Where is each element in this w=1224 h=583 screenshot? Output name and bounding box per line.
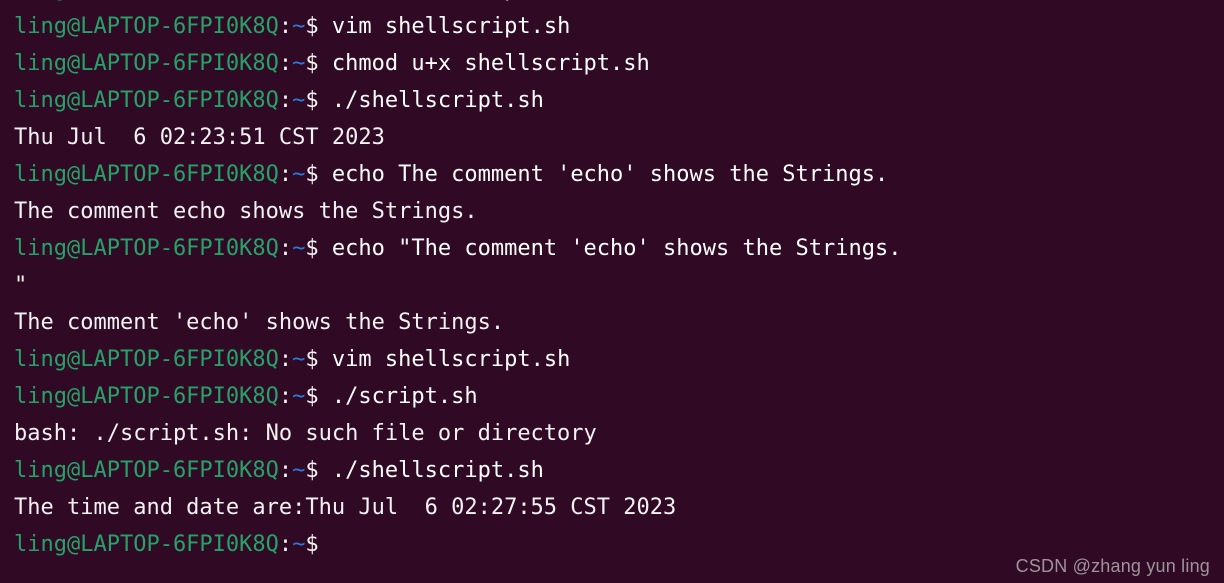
prompt-path: ~ xyxy=(292,384,306,409)
prompt-path: ~ xyxy=(292,532,306,557)
prompt-path: ~ xyxy=(292,14,306,39)
prompt-dollar: $ xyxy=(305,532,319,557)
terminal-prompt-line: ling@LAPTOP-6FPI0K8Q:~$ chmod u+x shells… xyxy=(14,45,1224,82)
prompt-dollar: $ xyxy=(305,162,319,187)
terminal-command-text[interactable]: echo "The comment 'echo' shows the Strin… xyxy=(319,236,902,261)
watermark-label: CSDN @zhang yun ling xyxy=(1015,556,1210,576)
prompt-colon: : xyxy=(278,384,293,409)
terminal-output-line: The time and date are:Thu Jul 6 02:27:55… xyxy=(14,489,1224,526)
terminal-prompt-line: ling@LAPTOP-6FPI0K8Q:~$ echo The comment… xyxy=(14,156,1224,193)
prompt-path: ~ xyxy=(292,162,306,187)
prompt-path: ~ xyxy=(292,347,306,372)
terminal-command-text[interactable]: vim shellscript.sh xyxy=(319,347,570,372)
prompt-dollar: $ xyxy=(305,458,319,483)
prompt-colon: : xyxy=(278,51,293,76)
prompt-user-host: ling@LAPTOP-6FPI0K8Q xyxy=(14,236,279,261)
prompt-user-host: ling@LAPTOP-6FPI0K8Q xyxy=(14,347,279,372)
terminal-prompt-line: ling@LAPTOP-6FPI0K8Q:~$ vim shellscript.… xyxy=(14,0,1224,8)
prompt-user-host: ling@LAPTOP-6FPI0K8Q xyxy=(14,0,279,2)
prompt-user-host: ling@LAPTOP-6FPI0K8Q xyxy=(14,51,279,76)
terminal-command-text[interactable]: ./script.sh xyxy=(319,384,478,409)
terminal-prompt-line: ling@LAPTOP-6FPI0K8Q:~$ vim shellscript.… xyxy=(14,341,1224,378)
terminal-output-line: bash: ./script.sh: No such file or direc… xyxy=(14,415,1224,452)
prompt-user-host: ling@LAPTOP-6FPI0K8Q xyxy=(14,88,279,113)
prompt-user-host: ling@LAPTOP-6FPI0K8Q xyxy=(14,162,279,187)
terminal-command-text[interactable]: vim shellscript.sh xyxy=(319,14,570,39)
prompt-colon: : xyxy=(278,88,293,113)
terminal-prompt-line: ling@LAPTOP-6FPI0K8Q:~$ vim shellscript.… xyxy=(14,8,1224,45)
prompt-colon: : xyxy=(278,347,293,372)
terminal-prompt-line: ling@LAPTOP-6FPI0K8Q:~$ ./shellscript.sh xyxy=(14,82,1224,119)
terminal-output-line: " xyxy=(14,267,1224,304)
prompt-colon: : xyxy=(278,14,293,39)
terminal-output-text: " xyxy=(14,273,28,298)
prompt-path: ~ xyxy=(292,51,306,76)
prompt-dollar: $ xyxy=(305,14,319,39)
prompt-colon: : xyxy=(278,162,293,187)
terminal-command-text[interactable]: vim shellscript.sh xyxy=(319,0,570,2)
terminal-screen[interactable]: ling@LAPTOP-6FPI0K8Q:~$ vim shellscript.… xyxy=(14,0,1224,563)
terminal-output-text: The comment 'echo' shows the Strings. xyxy=(14,310,505,335)
terminal-prompt-line: ling@LAPTOP-6FPI0K8Q:~$ ./script.sh xyxy=(14,378,1224,415)
terminal-output-text: Thu Jul 6 02:23:51 CST 2023 xyxy=(14,125,385,150)
terminal-command-text[interactable]: ./shellscript.sh xyxy=(319,458,544,483)
prompt-dollar: $ xyxy=(305,347,319,372)
terminal-command-text[interactable]: chmod u+x shellscript.sh xyxy=(319,51,650,76)
terminal-window[interactable]: ling@LAPTOP-6FPI0K8Q:~$ vim shellscript.… xyxy=(0,0,1224,583)
prompt-colon: : xyxy=(278,236,293,261)
prompt-user-host: ling@LAPTOP-6FPI0K8Q xyxy=(14,384,279,409)
terminal-output-text: bash: ./script.sh: No such file or direc… xyxy=(14,421,597,446)
prompt-path: ~ xyxy=(292,458,306,483)
prompt-colon: : xyxy=(278,532,293,557)
prompt-path: ~ xyxy=(292,236,306,261)
terminal-prompt-line: ling@LAPTOP-6FPI0K8Q:~$ echo "The commen… xyxy=(14,230,1224,267)
terminal-command-text[interactable]: ./shellscript.sh xyxy=(319,88,544,113)
prompt-dollar: $ xyxy=(305,88,319,113)
prompt-user-host: ling@LAPTOP-6FPI0K8Q xyxy=(14,532,279,557)
terminal-output-text: The time and date are:Thu Jul 6 02:27:55… xyxy=(14,495,677,520)
prompt-user-host: ling@LAPTOP-6FPI0K8Q xyxy=(14,458,279,483)
prompt-dollar: $ xyxy=(305,384,319,409)
terminal-output-text: The comment echo shows the Strings. xyxy=(14,199,478,224)
prompt-colon: : xyxy=(279,0,292,2)
prompt-path: ~ xyxy=(292,0,305,2)
terminal-output-line: Thu Jul 6 02:23:51 CST 2023 xyxy=(14,119,1224,156)
prompt-dollar: $ xyxy=(305,51,319,76)
terminal-prompt-line: ling@LAPTOP-6FPI0K8Q:~$ ./shellscript.sh xyxy=(14,452,1224,489)
prompt-colon: : xyxy=(278,458,293,483)
terminal-output-line: The comment 'echo' shows the Strings. xyxy=(14,304,1224,341)
prompt-dollar: $ xyxy=(305,236,319,261)
prompt-user-host: ling@LAPTOP-6FPI0K8Q xyxy=(14,14,279,39)
prompt-path: ~ xyxy=(292,88,306,113)
prompt-dollar: $ xyxy=(305,0,318,2)
terminal-command-text[interactable]: echo The comment 'echo' shows the String… xyxy=(319,162,888,187)
terminal-output-line: The comment echo shows the Strings. xyxy=(14,193,1224,230)
